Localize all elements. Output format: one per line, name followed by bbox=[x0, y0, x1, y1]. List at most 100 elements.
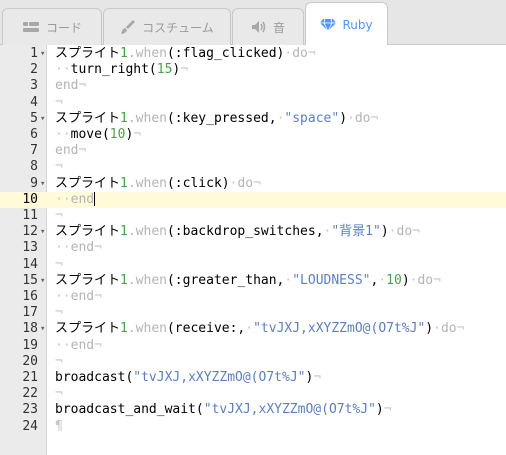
code-token: "tvJXJ,xXYZZmO@(O7t%J" bbox=[133, 370, 306, 385]
code-token: ¬ bbox=[307, 46, 316, 61]
tab-costumes-label: コスチューム bbox=[142, 20, 214, 35]
code-token: · bbox=[378, 272, 387, 288]
line-number: 11 bbox=[22, 208, 38, 223]
tab-code[interactable]: コード bbox=[2, 8, 102, 45]
tab-costumes[interactable]: コスチューム bbox=[103, 8, 231, 45]
code-token: end bbox=[70, 289, 95, 304]
fold-arrow-icon[interactable]: ▾ bbox=[40, 46, 45, 62]
code-icon bbox=[22, 20, 40, 34]
code-editor[interactable]: 1 ▾ スプライト1.when(:flag_clicked)·do¬ 2 ··turn_… bbox=[0, 45, 506, 455]
code-token: スプライト bbox=[55, 110, 121, 126]
line-number: 1 bbox=[30, 46, 38, 61]
code-token: ·· bbox=[55, 240, 71, 256]
code-token: ¬ bbox=[55, 159, 63, 175]
code-token: ¬ bbox=[55, 353, 63, 369]
code-token: ¬ bbox=[55, 305, 63, 321]
code-line[interactable]: 4 ¬ bbox=[0, 95, 506, 111]
code-token: ¬ bbox=[180, 62, 189, 78]
code-token: ¬ bbox=[78, 143, 87, 159]
code-line[interactable]: 9 ▾ スプライト1.when(:click)·do¬ bbox=[0, 176, 506, 192]
code-token: · bbox=[388, 224, 397, 240]
code-token: end bbox=[70, 240, 95, 256]
code-token: スプライト bbox=[55, 272, 121, 288]
code-line[interactable]: 23 broadcast_and_wait("tvJXJ,xXYZZmO@(O7t… bbox=[0, 402, 506, 418]
code-line[interactable]: 19 ··end¬ bbox=[0, 338, 506, 354]
code-token: · bbox=[245, 321, 254, 337]
code-token: "背景1" bbox=[331, 224, 381, 240]
line-number: 21 bbox=[22, 370, 38, 385]
code-token: .when bbox=[127, 110, 167, 126]
code-token: ¶ bbox=[55, 418, 63, 434]
code-line[interactable]: 12 ▾ スプライト1.when(:backdrop_switches, · "背景1"… bbox=[0, 224, 506, 240]
code-token: スプライト bbox=[55, 224, 121, 240]
code-line[interactable]: 3 end¬ bbox=[0, 78, 506, 94]
code-line[interactable]: 21 broadcast("tvJXJ,xXYZZmO@(O7t%J")¬ bbox=[0, 370, 506, 386]
code-text: ··end bbox=[55, 191, 96, 208]
code-token: ) bbox=[425, 321, 434, 337]
code-token: (:key_pressed, bbox=[166, 110, 277, 126]
fold-arrow-icon[interactable]: ▾ bbox=[40, 321, 45, 337]
code-line[interactable]: 11 ¬ bbox=[0, 208, 506, 224]
code-token: end bbox=[70, 337, 95, 353]
code-token: ¬ bbox=[412, 224, 420, 240]
code-token: "LOUDNESS" bbox=[292, 272, 371, 288]
code-line[interactable]: 20 ¬ bbox=[0, 354, 506, 370]
code-line[interactable]: 6 ··move(10)¬ bbox=[0, 127, 506, 143]
code-token: 1 bbox=[120, 321, 128, 337]
code-token: do bbox=[354, 110, 371, 126]
code-text: ¶ bbox=[55, 419, 63, 435]
code-token: ¬ bbox=[55, 256, 63, 272]
code-text: ¬ bbox=[55, 159, 63, 175]
code-token: do bbox=[237, 175, 254, 191]
code-line[interactable]: 1 ▾ スプライト1.when(:flag_clicked)·do¬ bbox=[0, 46, 506, 62]
code-text: end¬ bbox=[55, 143, 86, 159]
code-text: スプライト1.when(receive:,·"tvJXJ,xXYZZmO@(O7… bbox=[55, 321, 464, 337]
code-text: ¬ bbox=[55, 208, 63, 224]
line-number: 7 bbox=[30, 143, 38, 159]
code-line[interactable]: 17 ¬ bbox=[0, 305, 506, 321]
code-line[interactable]: 22 ¬ bbox=[0, 386, 506, 402]
line-number: 6 bbox=[30, 127, 38, 142]
code-token: ¬ bbox=[133, 127, 142, 142]
code-token: ·· bbox=[55, 191, 71, 207]
fold-arrow-icon[interactable]: ▾ bbox=[40, 111, 45, 127]
code-text: ¬ bbox=[55, 354, 63, 370]
code-line[interactable]: 8 ¬ bbox=[0, 159, 506, 175]
code-text: スプライト1.when(:key_pressed,·"space")·do¬ bbox=[55, 111, 378, 127]
code-line[interactable]: 13 ··end¬ bbox=[0, 240, 506, 256]
code-token: .when bbox=[127, 321, 167, 337]
code-line[interactable]: 10 ··end bbox=[0, 191, 506, 208]
code-token: do bbox=[396, 224, 413, 240]
fold-arrow-icon[interactable]: ▾ bbox=[40, 176, 45, 192]
line-number: 20 bbox=[22, 353, 38, 369]
code-token: broadcast( bbox=[55, 370, 134, 385]
code-line[interactable]: 18 ▾ スプライト1.when(receive:,·"tvJXJ,xXYZZmO@… bbox=[0, 321, 506, 337]
code-text: broadcast("tvJXJ,xXYZZmO@(O7t%J")¬ bbox=[55, 370, 321, 386]
code-text: ··turn_right(15)¬ bbox=[55, 62, 188, 78]
code-token: ) bbox=[401, 272, 410, 288]
code-token: ¬ bbox=[370, 110, 379, 126]
code-token: スプライト bbox=[55, 175, 121, 191]
code-line[interactable]: 15 ▾ スプライト1.when(:greater_than, · "LOUDNESS"… bbox=[0, 273, 506, 289]
code-token: do bbox=[292, 46, 308, 61]
code-token: end bbox=[70, 191, 95, 207]
code-token: (:flag_clicked) bbox=[166, 46, 285, 61]
tab-sounds[interactable]: 音 bbox=[232, 8, 304, 45]
code-line[interactable]: 2 ··turn_right(15)¬ bbox=[0, 62, 506, 78]
code-line[interactable]: 14 ¬ bbox=[0, 257, 506, 273]
fold-arrow-icon[interactable]: ▾ bbox=[40, 273, 45, 289]
fold-arrow-icon[interactable]: ▾ bbox=[40, 224, 45, 240]
code-token: ¬ bbox=[94, 240, 102, 256]
tab-ruby-label: Ruby bbox=[342, 17, 373, 32]
code-line[interactable]: 24 ¶ bbox=[0, 419, 506, 435]
code-token: ) bbox=[339, 110, 348, 126]
code-line[interactable]: 7 end¬ bbox=[0, 143, 506, 159]
text-cursor bbox=[94, 192, 96, 207]
line-number: 22 bbox=[22, 386, 38, 402]
tab-ruby[interactable]: Ruby bbox=[305, 2, 388, 46]
code-token: 15 bbox=[156, 62, 173, 78]
code-line[interactable]: 16 ··end¬ bbox=[0, 289, 506, 305]
code-line[interactable]: 5 ▾ スプライト1.when(:key_pressed,·"space")·do¬ bbox=[0, 111, 506, 127]
code-token: .when bbox=[127, 175, 167, 191]
line-number: 2 bbox=[30, 62, 38, 78]
